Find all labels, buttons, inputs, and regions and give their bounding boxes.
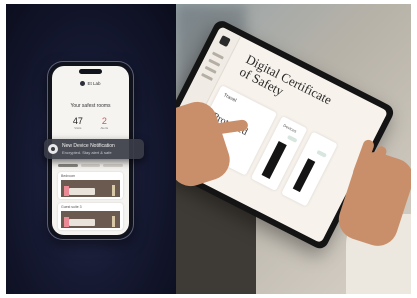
app-logo-icon bbox=[80, 80, 86, 86]
stat-alerts[interactable]: 2 Alerts bbox=[101, 116, 109, 130]
tablet-logo-icon bbox=[218, 35, 231, 48]
sidebar-nav-item[interactable] bbox=[204, 65, 217, 74]
stat-label: Alerts bbox=[100, 126, 109, 130]
phone-app-header: Et Lab bbox=[52, 78, 129, 88]
bed-shape bbox=[69, 188, 95, 195]
room-photo bbox=[61, 211, 120, 228]
room-card-label: Bedroom bbox=[61, 174, 76, 178]
sidebar-nav-item[interactable] bbox=[211, 51, 224, 60]
device-bar bbox=[261, 141, 287, 179]
sidebar-nav-item[interactable] bbox=[208, 58, 221, 67]
bed-shape bbox=[69, 219, 95, 226]
phone-showcase-panel: Et Lab Your safest rooms 47 Visits 2 Ale… bbox=[6, 4, 176, 294]
stats-row: 47 Visits 2 Alerts bbox=[64, 116, 117, 130]
stat-value: 47 bbox=[72, 116, 83, 126]
composite-image: Et Lab Your safest rooms 47 Visits 2 Ale… bbox=[6, 4, 411, 294]
stat-label: Visits bbox=[74, 126, 82, 130]
room-card[interactable]: Guest suite 3 bbox=[58, 203, 123, 230]
tab-indicator[interactable] bbox=[103, 163, 124, 167]
notification-app-icon bbox=[48, 144, 58, 154]
sidebar-nav-item[interactable] bbox=[201, 72, 214, 82]
lamp-shape bbox=[112, 185, 115, 196]
lamp-shape bbox=[112, 216, 115, 227]
device-notification-banner[interactable]: New Device Notification Encrypted. Stay … bbox=[44, 139, 144, 159]
status-chip bbox=[286, 134, 298, 143]
device-card-label: Devices bbox=[282, 122, 298, 134]
notification-subtitle: Encrypted. Stay alert & safe bbox=[62, 150, 112, 155]
tab-indicator[interactable] bbox=[80, 163, 101, 167]
status-chip bbox=[316, 149, 327, 158]
tab-indicator-active[interactable] bbox=[58, 163, 78, 167]
phone-page-title: Your safest rooms bbox=[70, 103, 111, 109]
room-photo bbox=[61, 180, 120, 197]
notification-title: New Device Notification bbox=[62, 143, 115, 149]
stat-visits[interactable]: 47 Visits bbox=[73, 116, 83, 130]
device-bar bbox=[292, 158, 316, 193]
phone-tab-strip bbox=[58, 161, 124, 169]
tablet-photo-panel: Digital Certificate of Safety Travel Pro… bbox=[176, 4, 411, 294]
room-card[interactable]: Bedroom bbox=[58, 172, 123, 199]
room-card-label: Guest suite 3 bbox=[61, 205, 82, 209]
status-card-label: Travel bbox=[222, 92, 238, 104]
stat-value: 2 bbox=[101, 116, 107, 126]
phone-notch bbox=[79, 69, 102, 74]
app-brand-name: Et Lab bbox=[87, 80, 101, 86]
